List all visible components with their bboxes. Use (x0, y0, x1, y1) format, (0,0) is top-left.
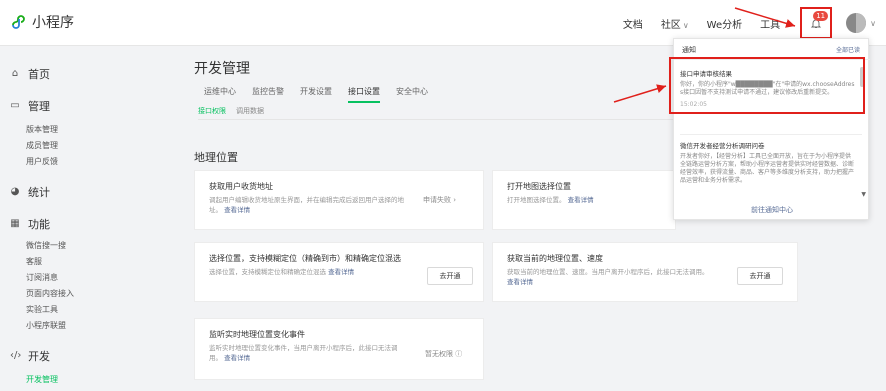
card-desc: 打开地图选择位置。 查看详情 (507, 196, 594, 204)
sidebar-item-features[interactable]: ▦ 功能 (10, 216, 50, 232)
mark-all-read-link[interactable]: 全部已读 (836, 45, 860, 54)
notification-bell-button[interactable]: 11 (800, 7, 833, 39)
code-icon: ‹/› (10, 350, 22, 361)
api-card: 获取当前的地理位置、速度 获取当前的地理位置、速度。当用户离开小程序后，此接口无… (492, 242, 798, 302)
card-link[interactable]: 查看详情 (328, 268, 354, 276)
pie-chart-icon: ◕ (10, 186, 20, 197)
avatar[interactable] (846, 13, 867, 33)
grid-icon: ▦ (10, 218, 20, 229)
card-title: 打开地图选择位置 (507, 182, 571, 191)
card-title: 获取用户收货地址 (209, 182, 273, 191)
monitor-icon: ▭ (10, 100, 20, 111)
card-link[interactable]: 查看详情 (224, 206, 250, 214)
notification-badge: 11 (813, 11, 829, 21)
apply-status[interactable]: 申请失败 › (423, 195, 456, 205)
section-title: 地理位置 (194, 151, 238, 164)
sidebar-item-dev-manage[interactable]: 开发管理 (26, 374, 58, 385)
sidebar-item-search[interactable]: 微信搜一搜 (26, 240, 66, 251)
sidebar-item-dev[interactable]: ‹/› 开发 (10, 348, 50, 364)
home-icon: ⌂ (11, 68, 19, 79)
tab-ops[interactable]: 运维中心 (204, 86, 236, 103)
go-to-notification-center-link[interactable]: 前往通知中心 (674, 205, 870, 215)
nav-docs[interactable]: 文档 (623, 16, 643, 31)
app-logo[interactable]: 小程序 (10, 12, 74, 32)
chevron-down-icon: ∨ (682, 20, 689, 30)
chevron-down-icon[interactable]: ∨ (870, 19, 876, 28)
card-desc: 选择位置，支持模糊定位和精确定位混选 查看详情 (209, 268, 355, 276)
subtab-permissions[interactable]: 接口权限 (198, 106, 226, 119)
divider (680, 134, 862, 135)
app-name: 小程序 (32, 15, 74, 31)
sidebar-item-content[interactable]: 页面内容接入 (26, 288, 74, 299)
tab-security[interactable]: 安全中心 (396, 86, 428, 103)
sidebar-item-home[interactable]: ⌂ 首页 (10, 66, 50, 82)
sidebar-item-version[interactable]: 版本管理 (26, 124, 58, 135)
card-title: 获取当前的地理位置、速度 (507, 254, 603, 263)
api-card: 选择位置，支持模糊定位（精确到市）和精确定位混选 选择位置，支持模糊定位和精确定… (194, 242, 484, 302)
card-title: 选择位置，支持模糊定位（精确到市）和精确定位混选 (209, 254, 401, 263)
card-desc: 调起用户编辑收货地址原生界面，并在编辑完成后返回用户选择的地址。 查看详情 (209, 196, 404, 214)
api-card: 打开地图选择位置 打开地图选择位置。 查看详情 (492, 170, 676, 230)
sidebar-item-stats[interactable]: ◕ 统计 (10, 184, 50, 200)
notification-title: 通知 (682, 46, 696, 54)
card-link[interactable]: 查看详情 (568, 196, 594, 204)
enable-button[interactable]: 去开通 (427, 267, 473, 285)
card-link[interactable]: 查看详情 (224, 354, 250, 362)
card-desc: 获取当前的地理位置、速度。当用户离开小程序后，此接口无法调用。 查看详情 (507, 268, 709, 286)
sidebar-item-service[interactable]: 客服 (26, 256, 42, 267)
sidebar-item-union[interactable]: 小程序联盟 (26, 320, 66, 331)
tab-dev-settings[interactable]: 开发设置 (300, 86, 332, 103)
card-link[interactable]: 查看详情 (507, 278, 533, 286)
sidebar-item-members[interactable]: 成员管理 (26, 140, 58, 151)
notification-item[interactable]: 微信开发者经营分析调研问卷 开发者你好，【经营分析】工具已全面开放，旨在于为小程… (680, 140, 856, 185)
sidebar-item-feedback[interactable]: 用户反馈 (26, 156, 58, 167)
nav-tools[interactable]: 工具 (760, 16, 780, 31)
sidebar-item-manage[interactable]: ▭ 管理 (10, 98, 50, 114)
api-card: 监听实时地理位置变化事件 监听实时地理位置变化事件，当用户离开小程序后，此接口无… (194, 318, 484, 380)
sidebar-item-subscribe[interactable]: 订阅消息 (26, 272, 58, 283)
card-desc: 监听实时地理位置变化事件，当用户离开小程序后，此接口无法调用。 查看详情 (209, 344, 398, 362)
scroll-down-arrow-icon[interactable]: ▼ (861, 191, 866, 198)
miniprogram-logo-icon (12, 15, 25, 29)
highlight-box (669, 57, 865, 114)
subtab-call-data[interactable]: 调用数据 (236, 106, 264, 119)
notification-item-title: 微信开发者经营分析调研问卷 (680, 142, 765, 150)
sidebar: ⌂ 首页 ▭ 管理 版本管理 成员管理 用户反馈 ◕ 统计 ▦ 功能 微信搜一搜 客服 … (0, 46, 170, 391)
tab-api-settings[interactable]: 接口设置 (348, 86, 380, 103)
page-title: 开发管理 (194, 61, 250, 77)
enable-button[interactable]: 去开通 (737, 267, 783, 285)
tab-monitor[interactable]: 监控告警 (252, 86, 284, 103)
notification-item-body: 开发者你好，【经营分析】工具已全面开放，旨在于为小程序提供全链路运营分析方案，帮… (680, 153, 855, 184)
nav-we-analytics[interactable]: We分析 (707, 16, 742, 31)
tab-bar: 运维中心 监控告警 开发设置 接口设置 安全中心 (204, 86, 428, 103)
sidebar-item-experiment[interactable]: 实验工具 (26, 304, 58, 315)
nav-community[interactable]: 社区 ∨ (661, 16, 689, 31)
card-title: 监听实时地理位置变化事件 (209, 330, 305, 339)
api-card: 获取用户收货地址 调起用户编辑收货地址原生界面，并在编辑完成后返回用户选择的地址… (194, 170, 484, 230)
no-permission-status: 暂无权限 ⓘ (425, 350, 463, 358)
